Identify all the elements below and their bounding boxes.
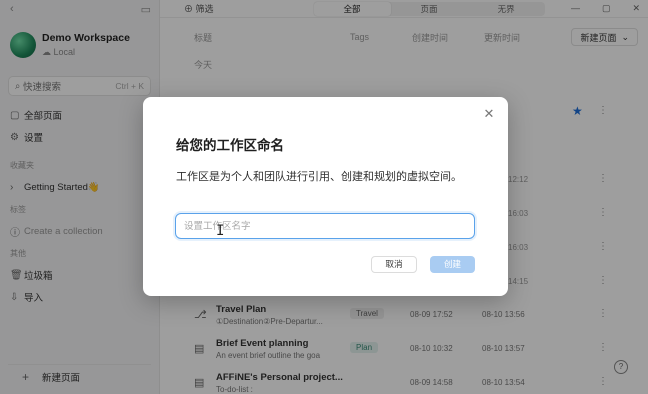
- name-workspace-dialog: ✕ 给您的工作区命名 工作区是为个人和团队进行引用、创建和规划的虚拟空间。 取消…: [143, 97, 508, 296]
- cancel-button[interactable]: 取消: [371, 256, 417, 273]
- dialog-description: 工作区是为个人和团队进行引用、创建和规划的虚拟空间。: [176, 171, 462, 183]
- create-button[interactable]: 创建: [430, 256, 475, 273]
- close-icon[interactable]: ✕: [482, 107, 496, 121]
- dialog-title: 给您的工作区命名: [176, 138, 284, 153]
- text-cursor-icon: I: [216, 223, 225, 239]
